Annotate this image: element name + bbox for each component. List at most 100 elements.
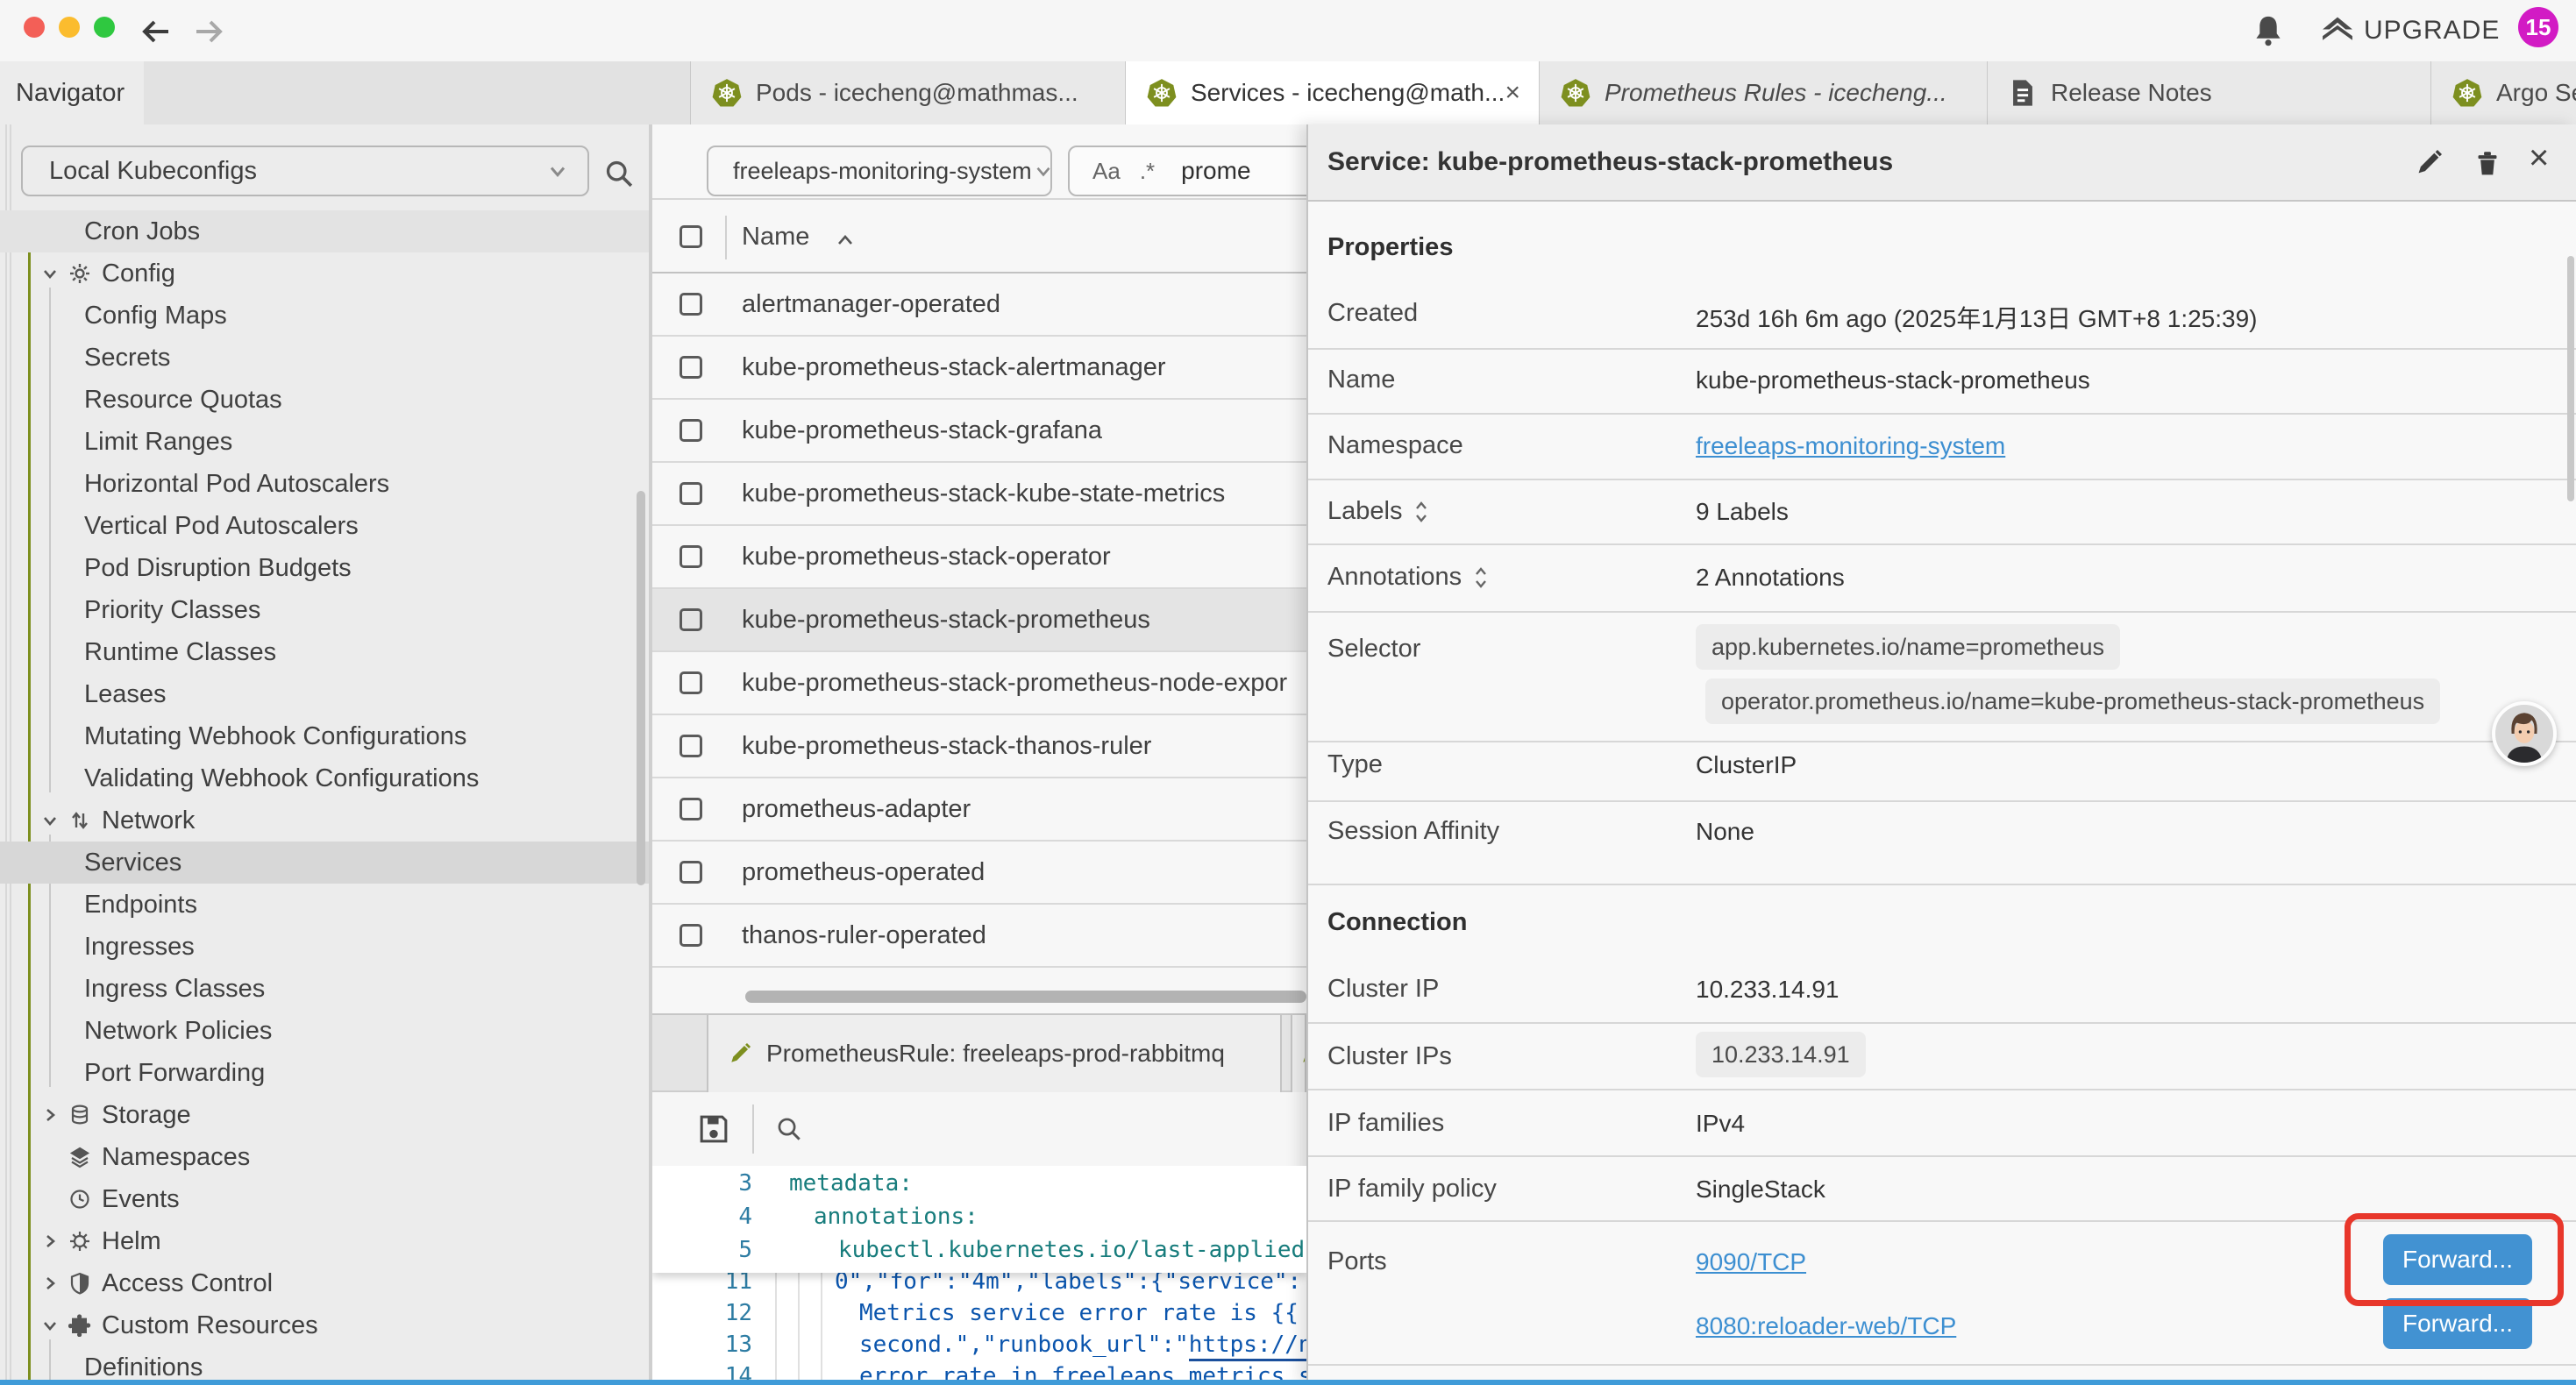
close-window-button[interactable]	[24, 17, 45, 38]
expand-collapse-icon[interactable]	[1414, 501, 1428, 523]
zoom-window-button[interactable]	[94, 17, 115, 38]
sidebar-item-validating-webhook-configurations[interactable]: Validating Webhook Configurations	[0, 757, 649, 799]
row-checkbox[interactable]	[680, 861, 702, 884]
horizontal-scrollbar[interactable]	[745, 991, 1306, 1003]
editor-search-icon[interactable]	[775, 1115, 803, 1143]
sidebar-item-network-policies[interactable]: Network Policies	[0, 1010, 649, 1052]
tab-argo[interactable]: Argo Se	[2430, 61, 2576, 124]
upgrade-label[interactable]: UPGRADE	[2364, 16, 2500, 46]
chevron-down-icon[interactable]	[40, 264, 60, 283]
sidebar-item-secrets[interactable]: Secrets	[0, 337, 649, 379]
table-row[interactable]: kube-prometheus-stack-kube-state-metrics	[652, 463, 1306, 526]
row-checkbox[interactable]	[680, 482, 702, 505]
notifications-bell-icon[interactable]	[2250, 12, 2287, 49]
table-row[interactable]: thanos-ruler-operated	[652, 905, 1306, 968]
table-row[interactable]: kube-prometheus-stack-grafana	[652, 400, 1306, 463]
chevron-down-icon[interactable]	[40, 811, 60, 830]
sidebar-group-storage[interactable]: Storage	[0, 1094, 649, 1136]
search-input[interactable]: Aa .* prome	[1068, 146, 1306, 196]
tab-release-notes[interactable]: Release Notes	[1987, 61, 2431, 124]
row-checkbox[interactable]	[680, 545, 702, 568]
details-scrollbar[interactable]	[2567, 256, 2574, 501]
row-checkbox[interactable]	[680, 735, 702, 757]
sidebar-item-priority-classes[interactable]: Priority Classes	[0, 589, 649, 631]
chevron-right-icon[interactable]	[40, 1274, 60, 1293]
runbook-url-link[interactable]: https://net	[1189, 1332, 1306, 1361]
select-all-checkbox[interactable]	[680, 225, 702, 248]
sidebar-item-cron-jobs[interactable]: Cron Jobs	[0, 210, 649, 252]
sidebar-group-helm[interactable]: Helm	[0, 1220, 649, 1262]
row-checkbox[interactable]	[680, 671, 702, 694]
close-icon[interactable]: ×	[2529, 140, 2549, 175]
table-row[interactable]: kube-prometheus-stack-operator	[652, 526, 1306, 589]
table-row[interactable]: prometheus-operated	[652, 842, 1306, 905]
forward-arrow-icon[interactable]	[191, 14, 226, 49]
sidebar-item-leases[interactable]: Leases	[0, 673, 649, 715]
back-arrow-icon[interactable]	[139, 14, 174, 49]
name-column-header[interactable]: Name	[742, 223, 809, 252]
row-checkbox[interactable]	[680, 924, 702, 947]
yaml-editor[interactable]: 11 0","for":"4m","labels":{"service": 12…	[652, 1166, 1306, 1380]
sidebar-item-ingress-classes[interactable]: Ingress Classes	[0, 968, 649, 1010]
tab-services-active[interactable]: Services - icecheng@math... ×	[1125, 61, 1540, 124]
notification-count-badge[interactable]: 15	[2518, 7, 2558, 47]
sidebar-group-network[interactable]: Network	[0, 799, 649, 842]
kubeconfig-selector[interactable]: Local Kubeconfigs	[21, 146, 589, 196]
sidebar-item-services[interactable]: Services	[0, 842, 649, 884]
sidebar-group-access-control[interactable]: Access Control	[0, 1262, 649, 1304]
port-link[interactable]: 9090/TCP	[1696, 1248, 1806, 1276]
sidebar-item-vertical-pod-autoscalers[interactable]: Vertical Pod Autoscalers	[0, 505, 649, 547]
sidebar-search-icon[interactable]	[603, 158, 635, 189]
regex-toggle[interactable]: .*	[1140, 158, 1155, 185]
table-row[interactable]: alertmanager-operated	[652, 273, 1306, 337]
connection-heading: Connection	[1327, 908, 1468, 937]
sidebar-group-custom-resources[interactable]: Custom Resources	[0, 1304, 649, 1346]
table-row[interactable]: kube-prometheus-stack-alertmanager	[652, 337, 1306, 400]
edit-pencil-icon[interactable]	[2415, 147, 2444, 177]
sidebar-item-mutating-webhook-configurations[interactable]: Mutating Webhook Configurations	[0, 715, 649, 757]
sidebar-group-config[interactable]: Config	[0, 252, 649, 295]
table-row[interactable]: prometheus-adapter	[652, 778, 1306, 842]
delete-trash-icon[interactable]	[2473, 147, 2502, 177]
namespace-filter-dropdown[interactable]: freeleaps-monitoring-system	[707, 146, 1052, 196]
sidebar-item-config-maps[interactable]: Config Maps	[0, 295, 649, 337]
sidebar-item-runtime-classes[interactable]: Runtime Classes	[0, 631, 649, 673]
kubeconfig-selector-value: Local Kubeconfigs	[49, 157, 257, 186]
sidebar-item-namespaces[interactable]: Namespaces	[0, 1136, 649, 1178]
sort-ascending-icon[interactable]	[835, 231, 856, 249]
sidebar-item-horizontal-pod-autoscalers[interactable]: Horizontal Pod Autoscalers	[0, 463, 649, 505]
row-checkbox[interactable]	[680, 356, 702, 379]
chevron-down-icon[interactable]	[40, 1316, 60, 1335]
sidebar-item-events[interactable]: Events	[0, 1178, 649, 1220]
assistant-avatar[interactable]	[2492, 701, 2557, 766]
sidebar-scrollbar[interactable]	[637, 491, 645, 885]
expand-collapse-icon[interactable]	[1474, 566, 1488, 589]
chevron-right-icon[interactable]	[40, 1105, 60, 1125]
sidebar-item-limit-ranges[interactable]: Limit Ranges	[0, 421, 649, 463]
tab-pods[interactable]: Pods - icecheng@mathmas...	[690, 61, 1126, 124]
sidebar-item-endpoints[interactable]: Endpoints	[0, 884, 649, 926]
port-link[interactable]: 8080:reloader-web/TCP	[1696, 1312, 1956, 1340]
row-checkbox[interactable]	[680, 293, 702, 316]
editor-tab-partial[interactable]	[1291, 1015, 1306, 1092]
navigator-panel-tab[interactable]: Navigator	[0, 61, 144, 124]
row-checkbox[interactable]	[680, 608, 702, 631]
chevron-right-icon[interactable]	[40, 1232, 60, 1251]
upgrade-icon[interactable]	[2320, 14, 2355, 47]
sidebar-item-port-forwarding[interactable]: Port Forwarding	[0, 1052, 649, 1094]
minimize-window-button[interactable]	[59, 17, 80, 38]
table-row-selected[interactable]: kube-prometheus-stack-prometheus	[652, 589, 1306, 652]
row-checkbox[interactable]	[680, 798, 702, 820]
sidebar-item-resource-quotas[interactable]: Resource Quotas	[0, 379, 649, 421]
tab-prometheus-rules[interactable]: Prometheus Rules - icecheng...	[1539, 61, 1988, 124]
table-row[interactable]: kube-prometheus-stack-prometheus-node-ex…	[652, 652, 1306, 715]
match-case-toggle[interactable]: Aa	[1092, 158, 1121, 185]
save-icon[interactable]	[698, 1113, 729, 1145]
row-checkbox[interactable]	[680, 419, 702, 442]
sidebar-item-ingresses[interactable]: Ingresses	[0, 926, 649, 968]
namespace-link[interactable]: freeleaps-monitoring-system	[1696, 432, 2005, 460]
tab-close-icon[interactable]: ×	[1505, 80, 1520, 106]
table-row[interactable]: kube-prometheus-stack-thanos-ruler	[652, 715, 1306, 778]
sidebar-item-pod-disruption-budgets[interactable]: Pod Disruption Budgets	[0, 547, 649, 589]
editor-tab-prometheusrule[interactable]: PrometheusRule: freeleaps-prod-rabbitmq	[707, 1015, 1282, 1092]
